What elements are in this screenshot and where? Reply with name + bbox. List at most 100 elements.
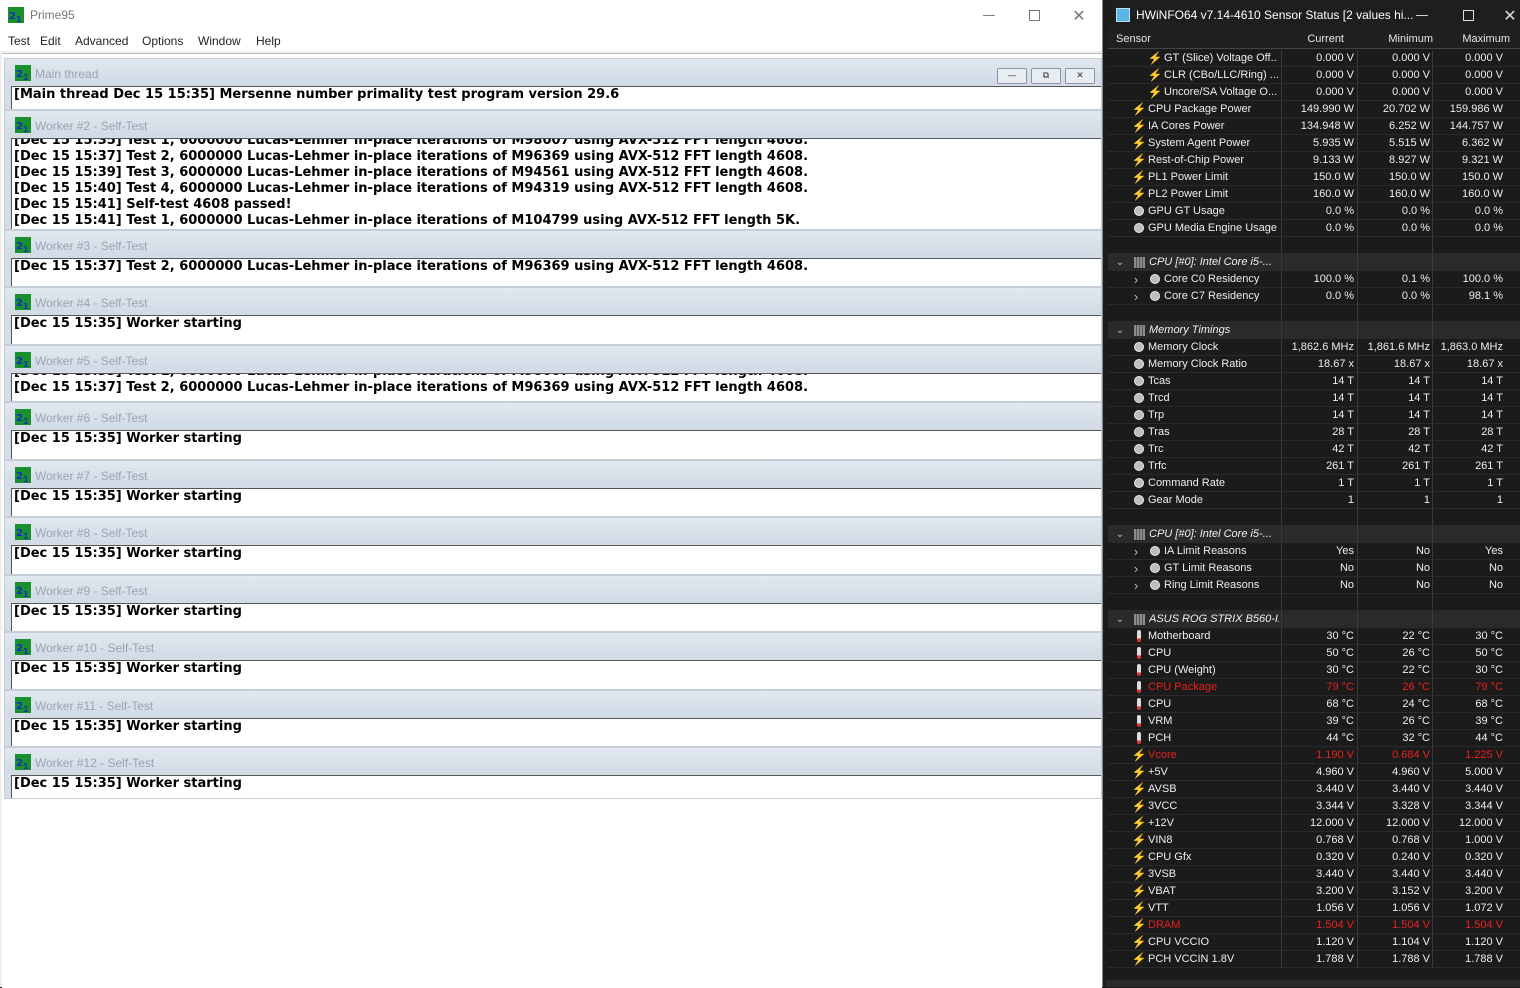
worker-window[interactable]: 2 1 Worker #2 - Self-Test [Dec 15 15:35] Te… (4, 110, 1102, 230)
chevron-right-icon[interactable]: › (1130, 272, 1142, 287)
menu-advanced[interactable]: Advanced (75, 34, 128, 48)
sensor-row[interactable]: CPU 68 °C 24 °C 68 °C (1108, 696, 1520, 713)
sensor-row[interactable]: ⚡ VTT 1.056 V 1.056 V 1.072 V (1108, 900, 1520, 917)
worker-window-titlebar[interactable]: 2 1 Worker #8 - Self-Test (5, 518, 1101, 544)
sensor-row[interactable]: ⚡ +5V 4.960 V 4.960 V 5.000 V (1108, 764, 1520, 781)
chevron-right-icon[interactable]: › (1130, 544, 1142, 559)
sensor-row[interactable]: Motherboard 30 °C 22 °C 30 °C (1108, 628, 1520, 645)
sensor-row[interactable]: ⚡ Rest-of-Chip Power 9.133 W 8.927 W 9.321 W (1108, 152, 1520, 169)
worker-window[interactable]: 21 Worker #5 - Self-Test [Dec 15 15:35] Te… (4, 345, 1102, 402)
sensor-row[interactable]: Trc 42 T 42 T 42 T (1108, 441, 1520, 458)
menu-test[interactable]: Test (8, 34, 30, 48)
worker-log[interactable]: [Dec 15 15:35] Worker starting (11, 315, 1101, 344)
chevron-down-icon[interactable]: ⌄ (1114, 527, 1126, 541)
worker-log[interactable]: [Dec 15 15:35] Worker starting (11, 430, 1101, 459)
col-current[interactable]: Current (1307, 33, 1344, 45)
sensor-row[interactable]: GPU GT Usage 0.0 % 0.0 % 0.0 % (1108, 203, 1520, 220)
sensor-row[interactable]: ⚡ +12V 12.000 V 12.000 V 12.000 V (1108, 815, 1520, 832)
chevron-down-icon[interactable]: ⌄ (1114, 255, 1126, 269)
sensor-row[interactable]: › Core C7 Residency 0.0 % 0.0 % 98.1 % (1108, 288, 1520, 305)
sensor-row[interactable]: Memory Clock Ratio 18.67 x 18.67 x 18.67 x (1108, 356, 1520, 373)
chevron-right-icon[interactable]: › (1130, 578, 1142, 593)
sensor-row[interactable]: Trp 14 T 14 T 14 T (1108, 407, 1520, 424)
chevron-down-icon[interactable]: ⌄ (1114, 323, 1126, 337)
worker-window-titlebar[interactable]: 2 1 Worker #6 - Self-Test (5, 403, 1101, 429)
sensor-row[interactable]: ⚡ CPU Gfx 0.320 V 0.240 V 0.320 V (1108, 849, 1520, 866)
sensor-row[interactable]: VRM 39 °C 26 °C 39 °C (1108, 713, 1520, 730)
col-sensor[interactable]: Sensor (1116, 33, 1151, 45)
sensor-row[interactable]: Tras 28 T 28 T 28 T (1108, 424, 1520, 441)
sensor-row[interactable]: ⚡ VBAT 3.200 V 3.152 V 3.200 V (1108, 883, 1520, 900)
sensor-row[interactable]: ⚡ CPU VCCIO 1.120 V 1.104 V 1.120 V (1108, 934, 1520, 951)
sensor-row[interactable]: Tcas 14 T 14 T 14 T (1108, 373, 1520, 390)
worker-window-titlebar[interactable]: 2 1 Worker #9 - Self-Test (5, 576, 1101, 602)
worker-window[interactable]: 2 1 Worker #11 - Self-Test [Dec 15 15:35] W… (4, 690, 1102, 747)
sensor-row[interactable]: ⚡ Vcore 1.190 V 0.684 V 1.225 V (1108, 747, 1520, 764)
menu-window[interactable]: Window (198, 34, 241, 48)
sensor-row[interactable]: ⚡ PL1 Power Limit 150.0 W 150.0 W 150.0 W (1108, 169, 1520, 186)
worker-window-titlebar[interactable]: 2 1 Worker #2 - Self-Test (5, 111, 1101, 137)
worker-window[interactable]: 2 1 Worker #3 - Self-Test [Dec 15 15:37] Te… (4, 230, 1102, 287)
hwinfo-titlebar[interactable]: HWiNFO64 v7.14-4610 Sensor Status [2 val… (1106, 0, 1520, 31)
worker-log[interactable]: [Main thread Dec 15 15:35] Mersenne numb… (11, 86, 1101, 109)
sensor-row[interactable]: › GT Limit Reasons No No No (1108, 560, 1520, 577)
menu-help[interactable]: Help (256, 34, 281, 48)
worker-window[interactable]: 2 1 Worker #12 - Self-Test [Dec 15 15:35] W… (4, 747, 1102, 799)
col-maximum[interactable]: Maximum (1462, 33, 1510, 45)
sensor-row[interactable]: ⚡ GT (Slice) Voltage Off... 0.000 V 0.000 V… (1108, 50, 1520, 67)
sensor-row[interactable]: PCH 44 °C 32 °C 44 °C (1108, 730, 1520, 747)
chevron-right-icon[interactable]: › (1130, 289, 1142, 304)
worker-log[interactable]: [Dec 15 15:35] Worker starting (11, 603, 1101, 631)
worker-log[interactable]: [Dec 15 15:35] Worker starting (11, 660, 1101, 689)
worker-window[interactable]: 2 1 Worker #7 - Self-Test [Dec 15 15:35] Wo… (4, 460, 1102, 517)
worker-window-titlebar[interactable]: 2 1 Worker #5 - Self-Test (5, 346, 1101, 372)
hwinfo-maximize-button[interactable] (1446, 2, 1490, 28)
worker-window-titlebar[interactable]: 2 1 Worker #4 - Self-Test (5, 288, 1101, 314)
sensor-row[interactable]: CPU (Weight) 30 °C 22 °C 30 °C (1108, 662, 1520, 679)
child-close-button[interactable]: ✕ (1065, 68, 1095, 84)
close-button[interactable]: ✕ (1056, 2, 1102, 28)
prime95-titlebar[interactable]: 21 Prime95 — ✕ (0, 0, 1102, 31)
sensor-row[interactable]: ⚡ 3VCC 3.344 V 3.328 V 3.344 V (1108, 798, 1520, 815)
sensor-row[interactable]: › Core C0 Residency 100.0 % 0.1 % 100.0 % (1108, 271, 1520, 288)
sensor-group-row[interactable]: ⌄ Memory Timings (1108, 322, 1520, 339)
sensor-row[interactable]: ⚡ System Agent Power 5.935 W 5.515 W 6.362 W (1108, 135, 1520, 152)
worker-window[interactable]: 2 1 Worker #8 - Self-Test [Dec 15 15:35] Wo… (4, 517, 1102, 575)
sensor-row[interactable]: GPU Media Engine Usage 0.0 % 0.0 % 0.0 % (1108, 220, 1520, 237)
sensor-group-row[interactable]: ⌄ CPU [#0]: Intel Core i5-... (1108, 526, 1520, 543)
menu-edit[interactable]: Edit (40, 34, 61, 48)
worker-window[interactable]: 2 1 Worker #9 - Self-Test [Dec 15 15:35] Wo… (4, 575, 1102, 632)
sensor-row[interactable]: ⚡ CPU Package Power 149.990 W 20.702 W 159.9… (1108, 101, 1520, 118)
child-minimize-button[interactable]: — (997, 68, 1027, 84)
sensor-table[interactable]: ⚡ GT (Slice) Voltage Off... 0.000 V 0.000 V… (1108, 50, 1520, 987)
worker-window-titlebar[interactable]: 2 1 Main thread — ⧉ ✕ (5, 59, 1101, 85)
worker-window[interactable]: 2 1 Main thread — ⧉ ✕ [Main thread Dec 15 15:3… (4, 58, 1102, 110)
sensor-row[interactable]: Memory Clock 1,862.6 MHz 1,861.6 MHz 1,863.… (1108, 339, 1520, 356)
worker-log[interactable]: [Dec 15 15:35] Worker starting (11, 488, 1101, 516)
chevron-right-icon[interactable]: › (1130, 561, 1142, 576)
sensor-row[interactable]: Command Rate 1 T 1 T 1 T (1108, 475, 1520, 492)
sensor-group-row[interactable]: ⌄ CPU [#0]: Intel Core i5-... (1108, 254, 1520, 271)
sensor-row[interactable]: ⚡ DRAM 1.504 V 1.504 V 1.504 V (1108, 917, 1520, 934)
sensor-row[interactable]: Gear Mode 1 1 1 (1108, 492, 1520, 509)
sensor-row[interactable]: ⚡ Uncore/SA Voltage O... 0.000 V 0.000 V 0.0… (1108, 84, 1520, 101)
sensor-row[interactable]: ⚡ PL2 Power Limit 160.0 W 160.0 W 160.0 W (1108, 186, 1520, 203)
child-restore-button[interactable]: ⧉ (1031, 68, 1061, 84)
worker-window[interactable]: 2 1 Worker #10 - Self-Test [Dec 15 15:35] W… (4, 632, 1102, 690)
worker-window[interactable]: 2 1 Worker #4 - Self-Test [Dec 15 15:35] Wo… (4, 287, 1102, 345)
sensor-row[interactable]: ⚡ AVSB 3.440 V 3.440 V 3.440 V (1108, 781, 1520, 798)
worker-log[interactable]: [Dec 15 15:35] Test 1, 6000000 Lucas-Leh… (11, 373, 1101, 401)
menu-options[interactable]: Options (142, 34, 183, 48)
worker-window-titlebar[interactable]: 2 1 Worker #7 - Self-Test (5, 461, 1101, 487)
sensor-row[interactable]: Trcd 14 T 14 T 14 T (1108, 390, 1520, 407)
hwinfo-close-button[interactable]: ✕ (1488, 2, 1520, 28)
sensor-row[interactable]: CPU 50 °C 26 °C 50 °C (1108, 645, 1520, 662)
sensor-row[interactable]: ⚡ IA Cores Power 134.948 W 6.252 W 144.757 W (1108, 118, 1520, 135)
sensor-group-row[interactable]: ⌄ ASUS ROG STRIX B560-I... (1108, 611, 1520, 628)
chevron-down-icon[interactable]: ⌄ (1114, 612, 1126, 626)
worker-window-titlebar[interactable]: 2 1 Worker #10 - Self-Test (5, 633, 1101, 659)
worker-window-titlebar[interactable]: 2 1 Worker #11 - Self-Test (5, 691, 1101, 717)
sensor-row[interactable]: ⚡ VIN8 0.768 V 0.768 V 1.000 V (1108, 832, 1520, 849)
worker-log[interactable]: [Dec 15 15:37] Test 2, 6000000 Lucas-Leh… (11, 258, 1101, 286)
worker-log[interactable]: [Dec 15 15:35] Worker starting (11, 718, 1101, 746)
